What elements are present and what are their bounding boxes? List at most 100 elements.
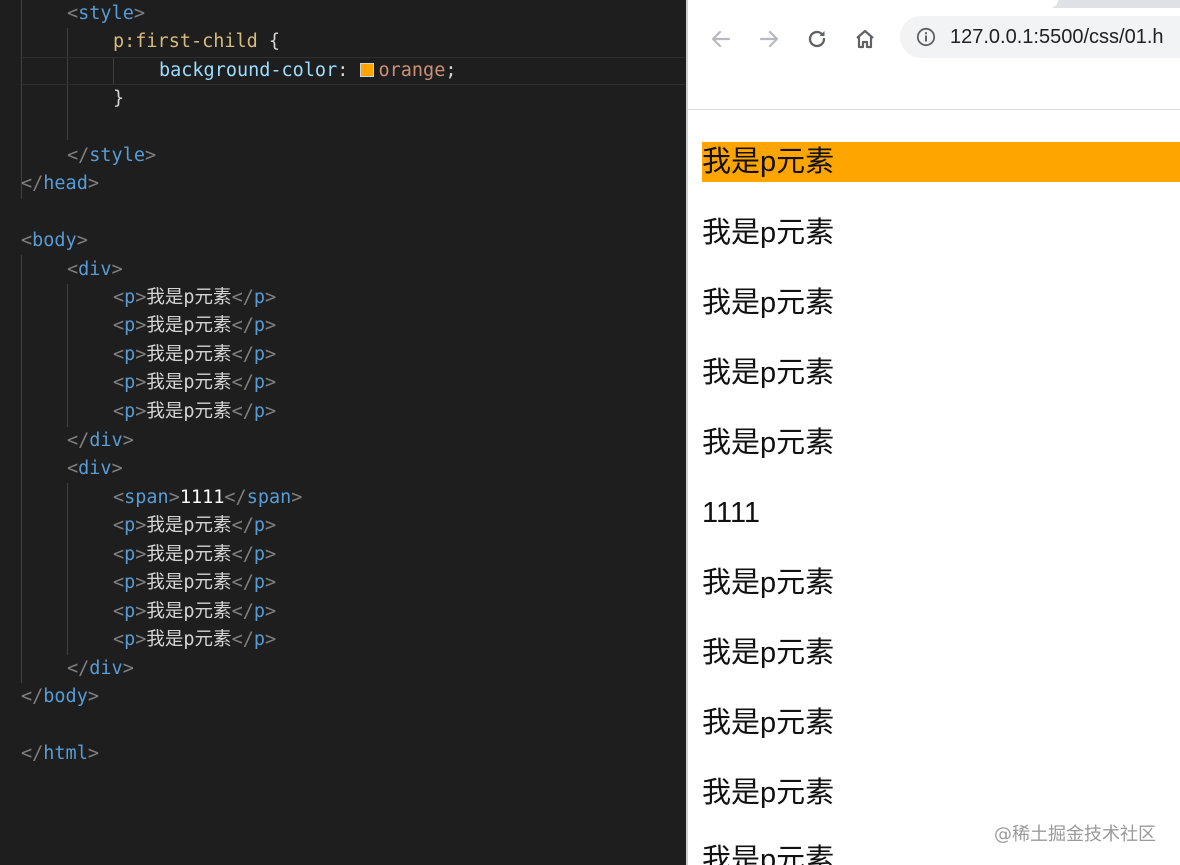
token: > [122,658,134,679]
token: < [113,515,125,536]
css-property: background-color [159,60,338,81]
tag-name: p [124,515,136,536]
token: > [264,344,277,365]
token: < [113,487,125,508]
tag-name: p [124,287,136,308]
token: > [87,686,99,707]
home-icon[interactable] [850,24,880,54]
token: > [135,315,147,336]
code-line-p: <p>我是p元素</p> [113,369,276,397]
code-line-html-close: </html> [21,740,99,768]
code-line-close-brace: } [113,85,124,113]
token: </ [231,601,254,622]
tag-name: span [246,487,292,508]
token: > [135,401,147,422]
tag-name: style [89,145,145,166]
token: </ [231,401,254,422]
text-content: 我是p元素 [146,629,232,650]
token: < [21,230,33,251]
token: > [133,3,145,24]
url-text[interactable]: 127.0.0.1:5500/css/01.h [950,16,1164,58]
code-line-div-close: </div> [67,655,134,683]
token: > [135,629,147,650]
token: > [135,572,147,593]
token: > [135,515,147,536]
code-line-p: <p>我是p元素</p> [113,512,276,540]
tag-name: p [124,344,136,365]
tag-name: style [78,3,134,24]
tag-name: p [124,629,136,650]
token: > [135,544,147,565]
token: > [135,601,147,622]
paragraph: 我是p元素 [702,707,835,739]
text-content: 我是p元素 [146,601,232,622]
forward-arrow-icon[interactable] [754,24,784,54]
token: > [264,372,277,393]
token: </ [67,145,90,166]
text-content: 我是p元素 [146,572,232,593]
tag-name: p [253,572,265,593]
code-line-p: <p>我是p元素</p> [113,569,276,597]
token: > [168,487,180,508]
address-bar[interactable]: 127.0.0.1:5500/css/01.h [900,16,1180,58]
token: > [87,173,99,194]
css-value: orange [378,60,446,81]
tag-name: p [124,401,136,422]
token: </ [67,430,90,451]
token: > [264,572,277,593]
token: > [264,287,277,308]
indent-guide [67,284,68,427]
paragraph: 我是p元素 [702,427,835,459]
tag-name: p [124,315,136,336]
token: > [144,145,157,166]
watermark: @稀土掘金技术社区 [994,824,1156,845]
info-icon[interactable] [916,27,936,51]
token: > [135,372,147,393]
token: < [67,458,79,479]
tag-name: p [124,601,136,622]
tag-name: body [32,230,77,251]
back-arrow-icon[interactable] [706,24,736,54]
tag-name: span [124,487,169,508]
token: > [264,401,277,422]
tag-name: div [78,259,112,280]
code-line-head-close: </head> [21,170,99,198]
tag-name: p [253,629,265,650]
paragraph: 我是p元素 [702,217,835,249]
token: < [113,315,125,336]
color-swatch-icon[interactable] [359,63,374,77]
paragraph: 我是p元素 [702,357,835,389]
token: < [113,401,125,422]
code-editor[interactable]: <style> p:first-child { background-color… [0,0,686,865]
tag-name: p [253,315,265,336]
reload-icon[interactable] [802,24,832,54]
text-content: 我是p元素 [146,287,232,308]
token: > [264,544,277,565]
page-viewport: 我是p元素 我是p元素 我是p元素 我是p元素 我是p元素 1111 我是p元素… [688,111,1180,865]
token: > [122,430,134,451]
token: </ [231,315,254,336]
token: < [67,259,79,280]
token: </ [21,743,44,764]
paragraph: 我是p元素 [702,287,835,319]
token: > [264,601,277,622]
code-line-span: <span>1111</span> [113,484,302,512]
token: </ [231,572,254,593]
tag-name: p [253,344,265,365]
code-line-selector: p:first-child { [113,28,280,56]
tag-name: p [253,601,265,622]
tag-name: div [89,658,123,679]
tag-name: p [253,287,265,308]
tag-name: p [253,544,265,565]
active-tab[interactable] [688,0,1058,8]
browser-window: 127.0.0.1:5500/css/01.h 我是p元素 我是p元素 我是p元… [686,0,1180,865]
text-content: 我是p元素 [146,372,232,393]
text-content: 我是p元素 [146,544,232,565]
token: </ [67,658,90,679]
indent-guide [21,255,22,683]
tag-name: p [124,544,136,565]
token: </ [231,344,254,365]
code-line-p: <p>我是p元素</p> [113,598,276,626]
token: ; [445,60,457,81]
token: < [113,344,125,365]
